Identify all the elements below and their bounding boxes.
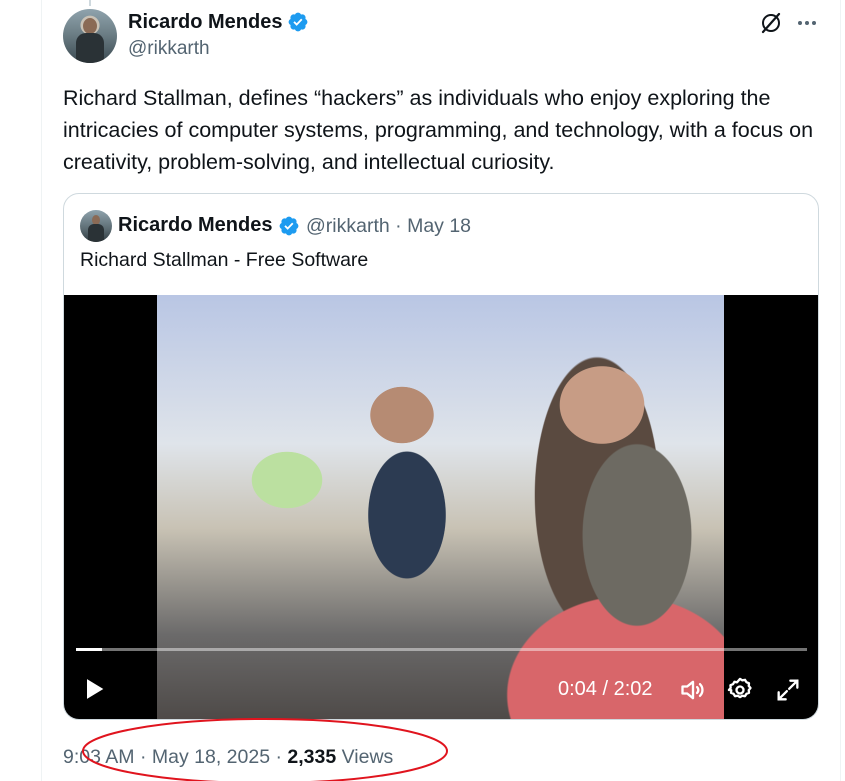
thread-connector-line: [89, 0, 91, 6]
column-left-border: [41, 0, 42, 781]
quoted-verified-badge-icon: [279, 216, 299, 236]
quoted-tweet-card[interactable]: Ricardo Mendes @rikkarth · May 18 Richar…: [63, 193, 819, 720]
video-progress-fill: [76, 648, 102, 651]
video-player[interactable]: 0:04 / 2:02: [64, 295, 818, 719]
settings-icon[interactable]: [726, 676, 754, 704]
quoted-author-meta[interactable]: @rikkarth · May 18: [306, 215, 471, 238]
play-icon[interactable]: [80, 675, 108, 703]
quoted-author-avatar[interactable]: [80, 210, 112, 242]
quoted-author-handle[interactable]: @rikkarth: [306, 215, 390, 237]
video-frame[interactable]: [157, 295, 724, 719]
column-right-border: [840, 0, 841, 781]
quoted-tweet-date[interactable]: May 18: [407, 215, 471, 237]
fullscreen-icon[interactable]: [774, 676, 802, 704]
author-name[interactable]: Ricardo Mendes: [128, 11, 282, 34]
volume-icon[interactable]: [679, 676, 707, 704]
author-handle[interactable]: @rikkarth: [128, 38, 210, 60]
video-time-readout: 0:04 / 2:02: [558, 678, 653, 700]
quoted-meta-separator: ·: [395, 215, 402, 237]
grok-icon[interactable]: [759, 11, 783, 35]
more-icon[interactable]: [795, 11, 819, 35]
red-annotation-ellipse: [82, 718, 448, 781]
quoted-tweet-text: Richard Stallman - Free Software: [80, 249, 369, 271]
video-progress-bar[interactable]: [76, 648, 807, 651]
author-avatar[interactable]: [63, 9, 117, 63]
tweet-text: Richard Stallman, defines “hackers” as i…: [63, 86, 814, 174]
quoted-author-name[interactable]: Ricardo Mendes: [118, 214, 272, 237]
verified-badge-icon[interactable]: [287, 11, 309, 33]
